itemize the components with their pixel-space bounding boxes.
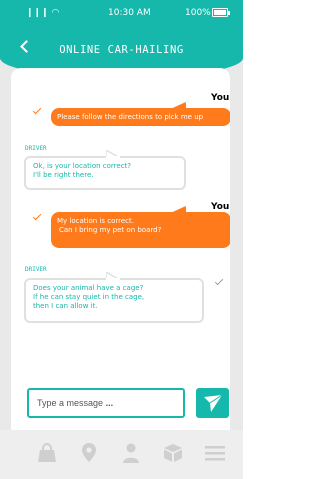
paper-plane-icon — [204, 394, 223, 412]
message-text-line: I'll be right there. — [33, 171, 94, 179]
phone-screen: ❙❙❙ ◠ 10:30 AM 100% ONLINE CAR-HAILING Y… — [0, 0, 243, 479]
sender-label: You — [211, 93, 230, 103]
driver-label: DRIVER — [25, 145, 47, 152]
user-icon[interactable] — [121, 442, 141, 464]
bubble-notch — [106, 150, 120, 158]
driver-message-bubble: Ok, is your location correct? I'll be ri… — [24, 150, 186, 190]
message-text: Please follow the directions to pick me … — [57, 113, 204, 121]
tab-bar — [0, 430, 243, 479]
title-bar: ONLINE CAR-HAILING — [0, 40, 243, 60]
message-input[interactable]: Type a message ... — [27, 388, 185, 418]
sender-label: You — [211, 202, 230, 212]
battery-tip — [228, 11, 230, 15]
status-time: 10:30 AM — [108, 8, 151, 18]
message-text-line: Can I bring my pet on board? — [59, 226, 162, 234]
chat-card: You Please follow the directions to pick… — [11, 68, 230, 440]
send-button[interactable] — [196, 388, 229, 418]
driver-label: DRIVER — [25, 266, 47, 273]
bubble-notch — [106, 272, 120, 280]
header: ❙❙❙ ◠ 10:30 AM 100% ONLINE CAR-HAILING — [0, 0, 243, 78]
message-text-line: Does your animal have a cage? — [33, 284, 144, 292]
placeholder-ellipsis: ... — [105, 398, 114, 408]
bag-icon[interactable] — [36, 442, 58, 464]
message-text-line: If he can stay quiet in the cage, — [33, 293, 145, 301]
message-placeholder: Type a message — [37, 398, 104, 408]
my-message-bubble: My location is correct. Can I bring my p… — [51, 212, 230, 248]
box-icon[interactable] — [162, 442, 184, 464]
message-text-line: Ok, is your location correct? — [33, 162, 132, 170]
location-pin-icon[interactable] — [80, 442, 98, 464]
driver-message-bubble: Does your animal have a cage? If he can … — [24, 272, 204, 323]
check-icon — [32, 105, 42, 115]
check-icon — [32, 211, 42, 221]
status-bar: ❙❙❙ ◠ 10:30 AM 100% — [0, 6, 243, 20]
check-icon — [214, 276, 224, 286]
my-message-bubble: Please follow the directions to pick me … — [51, 108, 230, 126]
menu-icon[interactable] — [204, 442, 226, 464]
message-text-line: then I can allow it. — [33, 302, 98, 310]
battery-icon — [212, 8, 228, 17]
message-text-line: My location is correct. — [57, 217, 134, 225]
signal-wifi-icon: ❙❙❙ ◠ — [26, 8, 60, 18]
page-title: ONLINE CAR-HAILING — [59, 44, 184, 56]
battery-percent: 100% — [185, 8, 211, 18]
